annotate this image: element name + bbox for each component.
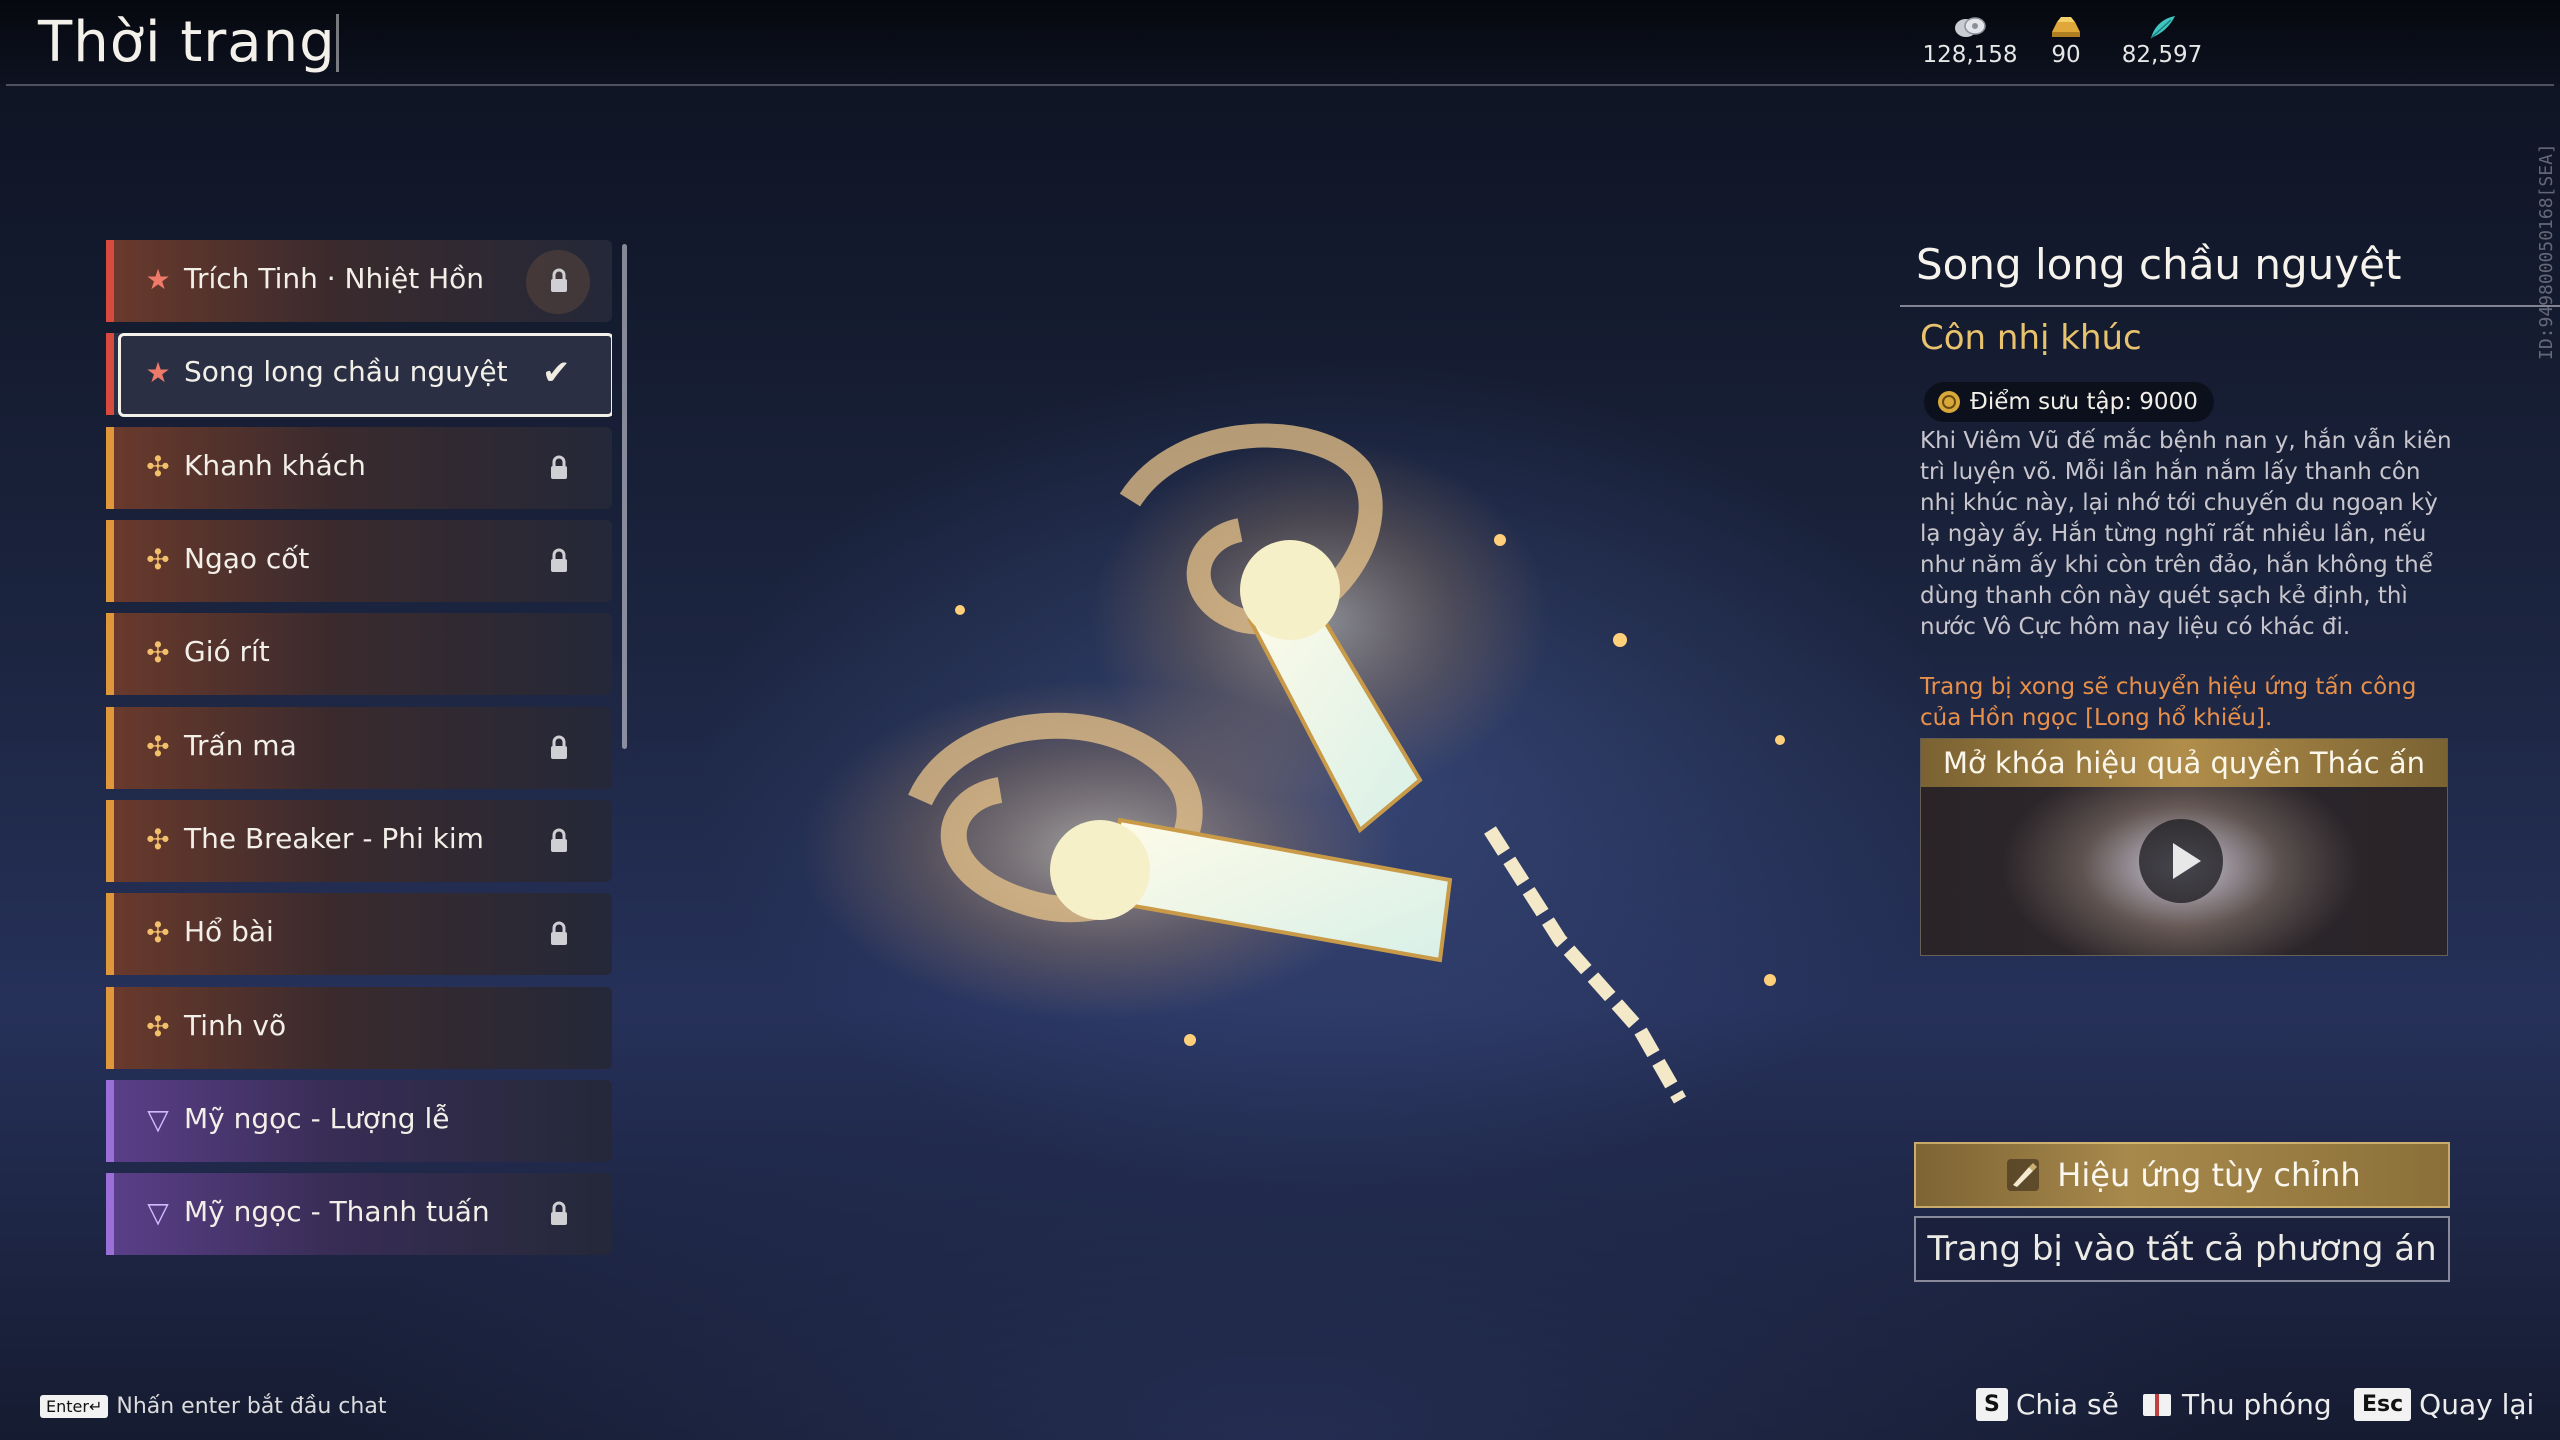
list-item-label: Hổ bài — [184, 915, 274, 948]
currency-jade-value: 82,597 — [2121, 42, 2203, 68]
rarity-star-icon: ★ — [145, 356, 171, 389]
share-key: S — [1976, 1388, 2008, 1421]
unlock-effect-preview[interactable]: Mở khóa hiệu quả quyền Thác ấn — [1920, 738, 2448, 956]
list-item-the-breaker[interactable]: ✣ The Breaker - Phi kim — [106, 800, 612, 882]
rarity-cross-icon: ✣ — [146, 823, 170, 856]
preview-video[interactable] — [1921, 787, 2447, 955]
gold-ingot-icon — [2052, 17, 2080, 37]
list-item-label: Gió rít — [184, 635, 270, 668]
rarity-bar — [106, 613, 114, 695]
list-item-label: Mỹ ngọc - Thanh tuấn — [184, 1195, 490, 1228]
rarity-bar — [106, 800, 114, 882]
list-item-label: Tinh võ — [184, 1009, 287, 1042]
list-item-song-long[interactable]: ★ Song long chầu nguyệt ✔ — [106, 333, 612, 417]
rarity-bar — [106, 707, 114, 789]
silver-coin-icon — [1955, 17, 1986, 37]
page-title: Thời trang — [38, 10, 336, 75]
item-description: Khi Viêm Vũ đế mắc bệnh nan y, hắn vẫn k… — [1920, 428, 2452, 640]
list-item-ho-bai[interactable]: ✣ Hổ bài — [106, 893, 612, 975]
currency-gold-value: 90 — [2051, 42, 2081, 68]
list-item-trich-tinh[interactable]: ★ Trích Tinh · Nhiệt Hồn — [106, 240, 612, 322]
lock-icon — [551, 921, 567, 945]
rarity-cross-icon: ✣ — [146, 730, 170, 763]
chat-hint-text: Nhấn enter bắt đầu chat — [116, 1394, 387, 1419]
back-label: Quay lại — [2419, 1388, 2535, 1421]
lock-icon — [551, 455, 567, 479]
share-label: Chia sẻ — [2015, 1388, 2119, 1421]
equip-all-label: Trang bị vào tất cả phương án — [1927, 1229, 2437, 1269]
back-hint[interactable]: Esc Quay lại — [2354, 1388, 2534, 1421]
checkmark-icon: ✔ — [542, 353, 571, 393]
rarity-cross-icon: ✣ — [146, 1010, 170, 1043]
custom-effect-button[interactable]: Hiệu ứng tùy chỉnh — [1914, 1142, 2450, 1208]
equip-all-button[interactable]: Trang bị vào tất cả phương án — [1914, 1216, 2450, 1282]
rarity-bar — [106, 1173, 114, 1255]
rarity-triangle-icon: ▽ — [147, 1196, 169, 1229]
rarity-bar — [106, 520, 114, 602]
list-item-my-ngoc-thanh-tuan[interactable]: ▽ Mỹ ngọc - Thanh tuấn — [106, 1173, 612, 1255]
appearance-list[interactable]: ★ Trích Tinh · Nhiệt Hồn ★ Song long chầ… — [106, 240, 612, 1280]
list-item-tran-ma[interactable]: ✣ Trấn ma — [106, 707, 612, 789]
rarity-cross-icon: ✣ — [146, 543, 170, 576]
rarity-bar — [106, 1080, 114, 1162]
title-separator — [336, 14, 339, 72]
collection-score-text: Điểm sưu tập: 9000 — [1970, 389, 2198, 415]
rarity-bar — [106, 333, 114, 415]
rarity-bar — [106, 240, 114, 322]
top-divider — [6, 84, 2554, 86]
rarity-triangle-icon: ▽ — [147, 1103, 169, 1136]
play-icon[interactable] — [2139, 819, 2223, 903]
server-id-text: ID:9498000501​68[SEA] — [2536, 143, 2557, 360]
weapon-preview-nunchaku[interactable] — [800, 380, 1900, 1280]
list-item-label: Song long chầu nguyệt — [184, 355, 508, 388]
currency-silver: 128,158 — [1915, 14, 2025, 68]
zoom-hint[interactable]: Thu phóng — [2140, 1388, 2332, 1421]
rarity-cross-icon: ✣ — [146, 450, 170, 483]
list-item-label: Ngạo cốt — [184, 542, 310, 575]
list-scrollbar[interactable] — [622, 244, 627, 749]
list-item-tinh-vo[interactable]: ✣ Tinh võ — [106, 987, 612, 1069]
chat-hint[interactable]: Enter↵ Nhấn enter bắt đầu chat — [40, 1394, 386, 1419]
server-id: ID:9498000501​68[SEA] — [2536, 120, 2557, 360]
custom-effect-label: Hiệu ứng tùy chỉnh — [2057, 1156, 2361, 1194]
list-item-ngao-cot[interactable]: ✣ Ngạo cốt — [106, 520, 612, 602]
share-hint[interactable]: S Chia sẻ — [1976, 1388, 2119, 1421]
currency-jade: 82,597 — [2107, 14, 2217, 68]
currency-silver-value: 128,158 — [1922, 42, 2018, 68]
jade-feather-icon — [2150, 16, 2175, 39]
book-zoom-icon — [2143, 1393, 2171, 1416]
brush-icon — [2007, 1159, 2040, 1191]
lock-icon — [551, 268, 567, 292]
rarity-bar — [106, 427, 114, 509]
collection-score: Điểm sưu tập: 9000 — [1924, 382, 2214, 422]
rarity-bar — [106, 987, 114, 1069]
list-item-label: Mỹ ngọc - Lượng lễ — [184, 1102, 450, 1135]
list-item-label: Khanh khách — [184, 449, 366, 482]
list-item-label: Trấn ma — [184, 729, 297, 762]
rarity-cross-icon: ✣ — [146, 916, 170, 949]
list-item-khanh-khach[interactable]: ✣ Khanh khách — [106, 427, 612, 509]
lock-icon — [551, 828, 567, 852]
rarity-star-icon: ★ — [145, 263, 171, 296]
zoom-label: Thu phóng — [2182, 1388, 2332, 1421]
rarity-bar — [106, 893, 114, 975]
rarity-cross-icon: ✣ — [146, 636, 170, 669]
item-name: Song long chầu nguyệt — [1916, 240, 2402, 289]
effect-note: Trang bị xong sẽ chuyển hiệu ứng tấn côn… — [1920, 674, 2417, 731]
list-item-my-ngoc-luong-le[interactable]: ▽ Mỹ ngọc - Lượng lễ — [106, 1080, 612, 1162]
lock-icon — [551, 735, 567, 759]
unlock-effect-title: Mở khóa hiệu quả quyền Thác ấn — [1921, 739, 2447, 787]
list-item-label: Trích Tinh · Nhiệt Hồn — [184, 262, 485, 295]
lock-icon — [551, 1201, 567, 1225]
collection-coin-icon — [1938, 391, 1960, 413]
list-item-gio-rit[interactable]: ✣ Gió rít — [106, 613, 612, 695]
esc-key: Esc — [2354, 1388, 2412, 1421]
weapon-type: Côn nhị khúc — [1920, 318, 2142, 358]
list-item-label: The Breaker - Phi kim — [184, 822, 484, 855]
enter-key: Enter↵ — [40, 1395, 109, 1418]
name-divider — [1900, 305, 2560, 307]
currency-gold: 90 — [2011, 14, 2121, 68]
lock-icon — [551, 548, 567, 572]
